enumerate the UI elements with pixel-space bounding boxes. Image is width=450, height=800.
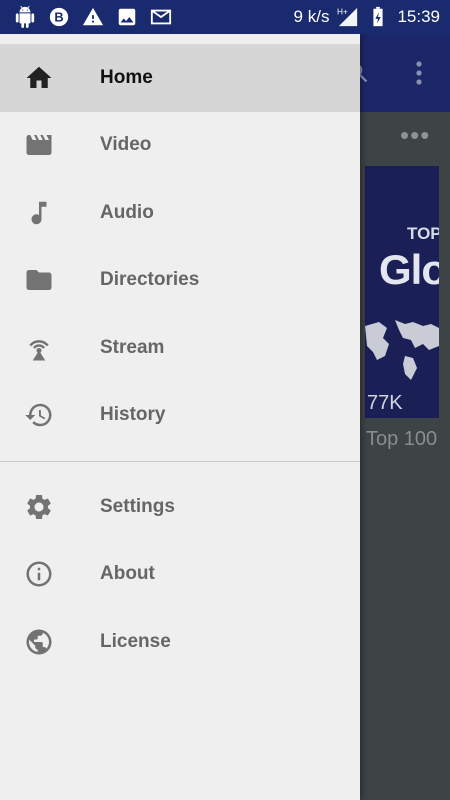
drawer-item-settings[interactable]: Settings	[0, 473, 360, 541]
network-type: H+	[337, 7, 348, 16]
drawer-item-directories[interactable]: Directories	[0, 247, 360, 315]
network-speed: 9 k/s	[293, 7, 330, 26]
mail-icon	[150, 6, 172, 28]
clock: 15:39	[397, 7, 440, 26]
folder-icon	[0, 265, 100, 295]
drawer-item-label: Stream	[100, 336, 165, 358]
gear-icon	[0, 492, 100, 522]
drawer-item-label: Home	[100, 66, 153, 88]
b-circle-icon: B	[48, 6, 70, 28]
drawer-item-history[interactable]: History	[0, 382, 360, 450]
drawer-item-audio[interactable]: Audio	[0, 179, 360, 247]
thumbnail-top-text: TOP	[407, 224, 439, 243]
video-title[interactable]: Top 100	[366, 428, 437, 451]
info-icon	[0, 559, 100, 589]
history-icon	[0, 400, 100, 430]
thumbnail-big-text: Glo	[379, 246, 439, 293]
video-thumbnail[interactable]: TOP Glo 77K	[365, 166, 439, 418]
battery-charging-icon	[367, 6, 389, 28]
home-icon	[0, 63, 100, 93]
drawer-item-home[interactable]: Home	[0, 44, 360, 112]
drawer-divider	[0, 461, 360, 462]
globe-icon	[0, 627, 100, 657]
svg-text:B: B	[54, 10, 63, 25]
navigation-drawer: Home Video Audio Directories Stream Hist…	[0, 34, 360, 800]
drawer-item-stream[interactable]: Stream	[0, 314, 360, 382]
drawer-top-spacer	[0, 34, 360, 44]
android-icon	[14, 6, 36, 28]
movie-clapper-icon	[0, 130, 100, 160]
more-horizontal-icon[interactable]: •••	[400, 122, 430, 148]
drawer-item-about[interactable]: About	[0, 541, 360, 609]
drawer-item-license[interactable]: License	[0, 608, 360, 676]
music-note-icon	[0, 198, 100, 228]
drawer-item-label: Directories	[100, 269, 200, 291]
drawer-item-label: History	[100, 404, 166, 426]
drawer-item-video[interactable]: Video	[0, 112, 360, 180]
thumbnail-views: 77K	[367, 392, 403, 414]
drawer-item-label: Audio	[100, 201, 154, 223]
warning-icon	[82, 6, 104, 28]
signal-icon: H+	[337, 6, 359, 28]
drawer-item-label: Settings	[100, 495, 175, 517]
world-map-graphic	[365, 320, 439, 380]
drawer-item-label: About	[100, 563, 155, 585]
drawer-item-label: License	[100, 630, 171, 652]
drawer-item-label: Video	[100, 134, 152, 156]
image-icon	[116, 6, 138, 28]
antenna-icon	[0, 333, 100, 363]
overflow-menu-icon[interactable]	[408, 58, 430, 88]
status-bar: B 9 k/s H+ 15:39	[0, 0, 450, 34]
